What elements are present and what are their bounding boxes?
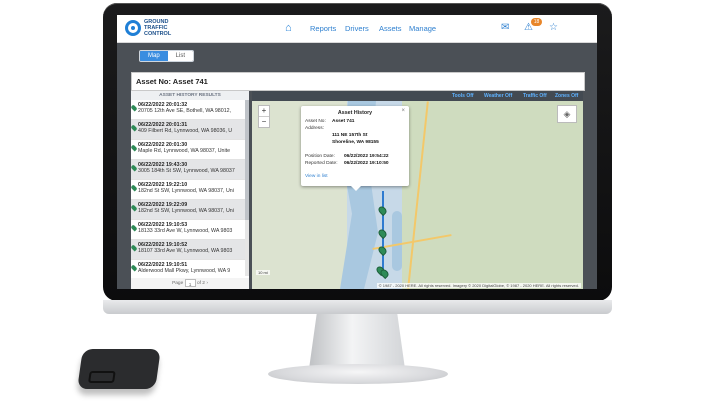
alerts-count-badge: 18 bbox=[531, 18, 542, 26]
map-toggle-bar: Tools Off Weather Off Traffic Off Zones … bbox=[252, 91, 583, 101]
popup-title: Asset History bbox=[337, 110, 373, 116]
zoom-control: + − bbox=[258, 105, 270, 128]
view-toolbar: Map List bbox=[117, 43, 597, 69]
zones-toggle[interactable]: Zones Off bbox=[555, 93, 578, 99]
history-pager: Page 1 of 2 › bbox=[131, 278, 249, 289]
brand-name: GROUND TRAFFIC CONTROL bbox=[144, 19, 172, 37]
close-icon[interactable]: × bbox=[401, 108, 405, 114]
list-item[interactable]: 06/22/2022 19:10:51 Alderwood Mall Pkwy, … bbox=[131, 260, 249, 280]
list-item[interactable]: 06/22/2022 19:22:10 182nd St SW, Lynnwood… bbox=[131, 180, 249, 200]
next-page-icon[interactable]: › bbox=[206, 281, 208, 286]
nav-manage[interactable]: Manage bbox=[409, 24, 436, 33]
view-in-list-link[interactable]: View in list bbox=[305, 174, 328, 179]
logo-icon bbox=[125, 20, 141, 36]
nav-drivers[interactable]: Drivers bbox=[345, 24, 369, 33]
list-item[interactable]: 06/22/2022 19:10:53 18133 33rd Ave W, Lyn… bbox=[131, 220, 249, 240]
history-marker[interactable] bbox=[376, 204, 389, 217]
popup-asset-value: Asset 741 bbox=[332, 119, 355, 124]
history-scrollbar[interactable] bbox=[245, 100, 249, 276]
map-pin-icon bbox=[131, 264, 138, 272]
tab-list[interactable]: List bbox=[167, 51, 194, 61]
monitor-chin bbox=[103, 300, 612, 314]
map-pin-icon bbox=[131, 224, 138, 232]
map-pin-icon bbox=[131, 104, 138, 112]
popup-reported-date: 06/22/2022 19:10:50 bbox=[344, 161, 389, 166]
asset-history-panel: ASSET HISTORY RESULTS 06/22/2022 20:01:3… bbox=[131, 91, 249, 289]
zoom-in-button[interactable]: + bbox=[259, 106, 269, 117]
brand-logo[interactable]: GROUND TRAFFIC CONTROL bbox=[125, 19, 182, 37]
map-pin-icon bbox=[131, 124, 138, 132]
monitor-stand-neck bbox=[309, 314, 405, 369]
tools-toggle[interactable]: Tools Off bbox=[452, 93, 474, 99]
list-item[interactable]: 06/22/2022 20:01:30 Maple Rd, Lynnwood, W… bbox=[131, 140, 249, 160]
star-icon[interactable]: ☆ bbox=[549, 22, 558, 34]
map-pin-icon bbox=[131, 244, 138, 252]
mail-icon[interactable]: ✉ bbox=[501, 22, 509, 34]
map-pin-icon bbox=[131, 144, 138, 152]
popup-address-line2: Shoreline, WA 98155 bbox=[332, 140, 379, 145]
layers-icon[interactable]: ◈ bbox=[557, 105, 577, 123]
nav-reports[interactable]: Reports bbox=[310, 24, 336, 33]
map-pin-icon bbox=[131, 184, 138, 192]
weather-toggle[interactable]: Weather Off bbox=[484, 93, 512, 99]
monitor-stand-base bbox=[268, 364, 448, 384]
top-nav: GROUND TRAFFIC CONTROL ⌂ Reports Drivers… bbox=[117, 15, 597, 43]
popup-address-line1: 111 NE 157th St bbox=[332, 133, 368, 138]
app-screen: GROUND TRAFFIC CONTROL ⌂ Reports Drivers… bbox=[117, 15, 597, 289]
map-attribution: © 1987 - 2020 HERE. All rights reserved.… bbox=[376, 283, 581, 288]
list-item[interactable]: 06/22/2022 19:10:52 18107 33rd Ave W, Lyn… bbox=[131, 240, 249, 260]
list-item[interactable]: 06/22/2022 20:01:32 20705 12th Ave SE, Bo… bbox=[131, 100, 249, 120]
map-scale: 10 mi bbox=[256, 270, 270, 275]
page-title-bar: Asset No: Asset 741 bbox=[131, 72, 585, 91]
nav-assets[interactable]: Assets bbox=[379, 24, 402, 33]
page-title: Asset No: Asset 741 bbox=[136, 77, 208, 86]
tab-map[interactable]: Map bbox=[140, 51, 168, 61]
view-tabs: Map List bbox=[139, 50, 195, 62]
map-land-east bbox=[402, 101, 583, 289]
asset-history-popup: Asset History × Asset No: Asset 741 Addr… bbox=[301, 106, 409, 191]
popup-position-date: 06/22/2022 19:54:22 bbox=[344, 154, 389, 159]
map-view[interactable]: Tools Off Weather Off Traffic Off Zones … bbox=[252, 91, 583, 289]
list-item[interactable]: 06/22/2022 19:43:30 3005 184th St SW, Lyn… bbox=[131, 160, 249, 180]
history-marker[interactable] bbox=[376, 227, 389, 240]
history-marker[interactable] bbox=[378, 267, 391, 280]
list-item[interactable]: 06/22/2022 20:01:31 409 Filbert Rd, Lynnw… bbox=[131, 120, 249, 140]
home-icon[interactable]: ⌂ bbox=[285, 22, 292, 34]
gps-tracker-device bbox=[77, 349, 161, 389]
history-header: ASSET HISTORY RESULTS bbox=[131, 91, 249, 100]
list-item[interactable]: 06/22/2022 19:22:09 182nd St SW, Lynnwood… bbox=[131, 200, 249, 220]
page-number-input[interactable]: 1 bbox=[184, 278, 196, 288]
lake-washington bbox=[392, 211, 402, 271]
traffic-toggle[interactable]: Traffic Off bbox=[523, 93, 547, 99]
map-pin-icon bbox=[131, 164, 138, 172]
zoom-out-button[interactable]: − bbox=[259, 117, 269, 127]
map-pin-icon bbox=[131, 204, 138, 212]
